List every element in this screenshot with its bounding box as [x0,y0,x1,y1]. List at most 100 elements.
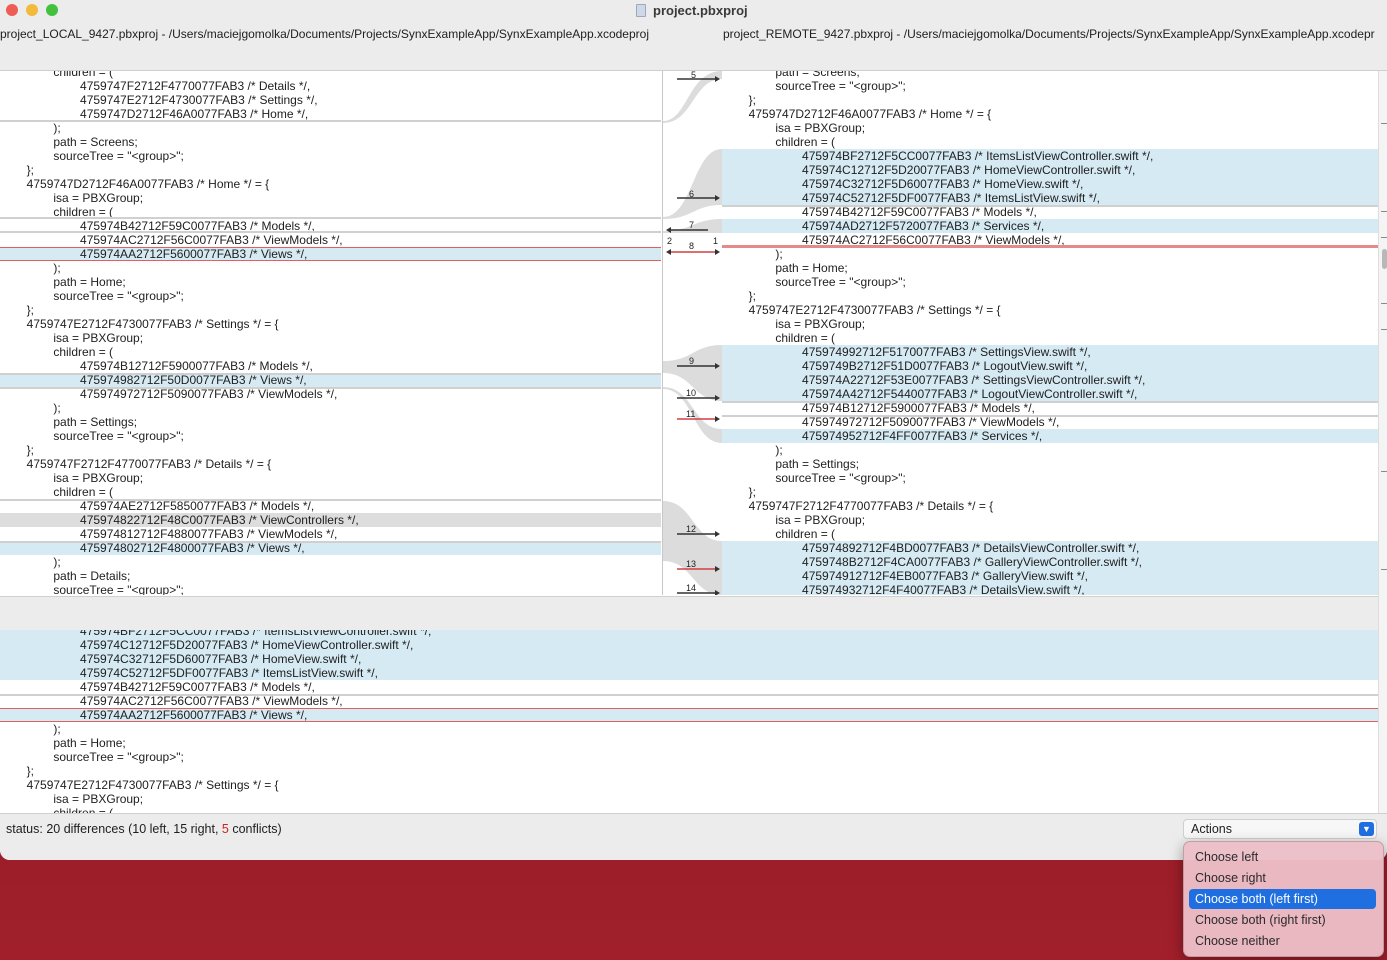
code-line[interactable]: 4759747F2712F4770077FAB3 /* Details */, [0,79,661,93]
code-line[interactable]: }; [0,764,1378,778]
code-line[interactable]: path = Home; [0,736,1378,750]
code-line[interactable]: 475974972712F5090077FAB3 /* ViewModels *… [722,415,1378,429]
code-line[interactable]: 475974C32712F5D60077FAB3 /* HomeView.swi… [722,177,1378,191]
code-line[interactable]: children = ( [722,527,1378,541]
code-line[interactable]: 4759747D2712F46A0077FAB3 /* Home */, [0,107,661,121]
code-line[interactable]: children = ( [722,135,1378,149]
code-line[interactable]: 4759748B2712F4CA0077FAB3 /* GalleryViewC… [722,555,1378,569]
code-line[interactable]: 475974B12712F5900077FAB3 /* Models */, [722,401,1378,415]
code-line[interactable]: 4759747E2712F4730077FAB3 /* Settings */, [0,93,661,107]
code-line[interactable]: 475974C12712F5D20077FAB3 /* HomeViewCont… [0,638,1378,652]
code-line[interactable]: isa = PBXGroup; [722,121,1378,135]
code-line[interactable]: sourceTree = "<group>"; [722,79,1378,93]
code-line[interactable]: 475974C52712F5DF0077FAB3 /* ItemsListVie… [0,666,1378,680]
actions-popup-button[interactable]: Actions ▼ [1183,819,1377,839]
code-line[interactable]: sourceTree = "<group>"; [0,429,661,443]
code-line[interactable]: isa = PBXGroup; [0,191,661,205]
code-line[interactable]: 475974802712F4800077FAB3 /* Views */, [0,541,661,555]
code-line[interactable]: 475974AA2712F5600077FAB3 /* Views */, [0,708,1378,722]
code-line[interactable]: 4759747D2712F46A0077FAB3 /* Home */ = { [0,177,661,191]
menu-item-choose-left[interactable]: Choose left [1189,847,1376,867]
code-line[interactable]: 475974B12712F5900077FAB3 /* Models */, [0,359,661,373]
code-line[interactable]: path = Home; [722,261,1378,275]
code-line[interactable]: ); [0,401,661,415]
code-line[interactable]: 475974982712F50D0077FAB3 /* Views */, [0,373,661,387]
code-line[interactable]: 475974822712F48C0077FAB3 /* ViewControll… [0,513,661,527]
code-line[interactable]: 475974812712F4880077FAB3 /* ViewModels *… [0,527,661,541]
diff-gutter[interactable]: 5 6 7 2 8 1 9 10 11 12 13 14 [662,71,723,595]
code-line[interactable]: 475974B42712F59C0077FAB3 /* Models */, [722,205,1378,219]
code-line[interactable]: isa = PBXGroup; [0,471,661,485]
pane-splitter[interactable] [0,596,1387,631]
right-file-pane[interactable]: path = Screens; sourceTree = "<group>"; … [722,71,1378,595]
code-line[interactable]: sourceTree = "<group>"; [0,149,661,163]
diff-arrow-8-conflict[interactable]: 2 8 1 [666,236,720,255]
code-line[interactable]: ); [722,247,1378,261]
code-line[interactable]: 475974C32712F5D60077FAB3 /* HomeView.swi… [0,652,1378,666]
code-line[interactable]: path = Screens; [0,135,661,149]
code-line[interactable]: sourceTree = "<group>"; [0,289,661,303]
code-line[interactable]: 4759747F2712F4770077FAB3 /* Details */ =… [0,457,661,471]
code-line[interactable]: isa = PBXGroup; [722,513,1378,527]
code-line[interactable]: ); [722,443,1378,457]
code-line[interactable]: 475974AC2712F56C0077FAB3 /* ViewModels *… [0,233,661,247]
code-line[interactable]: 475974992712F5170077FAB3 /* SettingsView… [722,345,1378,359]
code-line[interactable]: 475974A42712F5440077FAB3 /* LogoutViewCo… [722,387,1378,401]
merge-output-pane[interactable]: 475974BF2712F5CC0077FAB3 /* ItemsListVie… [0,630,1378,813]
minimize-window-button[interactable] [26,4,38,16]
code-line[interactable]: sourceTree = "<group>"; [0,583,661,595]
code-line[interactable]: path = Screens; [722,71,1378,79]
left-file-pane[interactable]: children = ( 4759747F2712F4770077FAB3 /*… [0,71,661,595]
code-line[interactable]: }; [0,163,661,177]
code-line[interactable]: 475974AD2712F5720077FAB3 /* Services */, [722,219,1378,233]
code-line[interactable]: 475974912712F4EB0077FAB3 /* GalleryView.… [722,569,1378,583]
code-line[interactable]: sourceTree = "<group>"; [722,275,1378,289]
code-line[interactable]: 475974932712F4F40077FAB3 /* DetailsView.… [722,583,1378,595]
code-line[interactable]: 4759747E2712F4730077FAB3 /* Settings */ … [722,303,1378,317]
code-line[interactable]: isa = PBXGroup; [722,317,1378,331]
code-line[interactable]: }; [0,303,661,317]
code-line[interactable]: 4759747E2712F4730077FAB3 /* Settings */ … [0,317,661,331]
code-line[interactable]: 475974B42712F59C0077FAB3 /* Models */, [0,680,1378,694]
code-line[interactable]: 475974C52712F5DF0077FAB3 /* ItemsListVie… [722,191,1378,205]
vertical-scrollbar[interactable] [1378,71,1387,813]
code-line[interactable]: path = Settings; [0,415,661,429]
code-line[interactable]: 475974A22712F53E0077FAB3 /* SettingsView… [722,373,1378,387]
code-line[interactable]: 4759747D2712F46A0077FAB3 /* Home */ = { [722,107,1378,121]
code-line[interactable]: 475974C12712F5D20077FAB3 /* HomeViewCont… [722,163,1378,177]
code-line[interactable]: 4759747E2712F4730077FAB3 /* Settings */ … [0,778,1378,792]
code-line[interactable]: isa = PBXGroup; [0,792,1378,806]
code-line[interactable]: ); [0,722,1378,736]
close-window-button[interactable] [6,4,18,16]
code-line[interactable]: path = Settings; [722,457,1378,471]
code-line[interactable]: 475974892712F4BD0077FAB3 /* DetailsViewC… [722,541,1378,555]
code-line[interactable]: 475974BF2712F5CC0077FAB3 /* ItemsListVie… [0,630,1378,638]
menu-item-choose-right[interactable]: Choose right [1189,868,1376,888]
code-line[interactable]: 475974AA2712F5600077FAB3 /* Views */, [0,247,661,261]
code-line[interactable]: 475974AC2712F56C0077FAB3 /* ViewModels *… [0,694,1378,708]
code-line[interactable]: children = ( [722,331,1378,345]
code-line[interactable]: children = ( [0,806,1378,813]
code-line[interactable]: 4759749B2712F51D0077FAB3 /* LogoutView.s… [722,359,1378,373]
menu-item-choose-both-right-first[interactable]: Choose both (right first) [1189,910,1376,930]
code-line[interactable]: ); [0,555,661,569]
scrollbar-thumb[interactable] [1382,249,1387,269]
code-line[interactable]: children = ( [0,71,661,79]
code-line[interactable]: isa = PBXGroup; [0,331,661,345]
code-line[interactable]: 4759747F2712F4770077FAB3 /* Details */ =… [722,499,1378,513]
code-line[interactable]: sourceTree = "<group>"; [0,750,1378,764]
code-line[interactable]: path = Home; [0,275,661,289]
code-line[interactable]: path = Details; [0,569,661,583]
zoom-window-button[interactable] [46,4,58,16]
code-line[interactable]: 475974972712F5090077FAB3 /* ViewModels *… [0,387,661,401]
code-line[interactable]: ); [0,121,661,135]
code-line[interactable]: 475974AE2712F5850077FAB3 /* Models */, [0,499,661,513]
code-line[interactable]: 475974952712F4FF0077FAB3 /* Services */, [722,429,1378,443]
code-line[interactable]: }; [722,485,1378,499]
code-line[interactable]: }; [722,289,1378,303]
code-line[interactable]: }; [722,93,1378,107]
code-line[interactable]: ); [0,261,661,275]
code-line[interactable]: sourceTree = "<group>"; [722,471,1378,485]
code-line[interactable]: children = ( [0,485,661,499]
menu-item-choose-neither[interactable]: Choose neither [1189,931,1376,951]
